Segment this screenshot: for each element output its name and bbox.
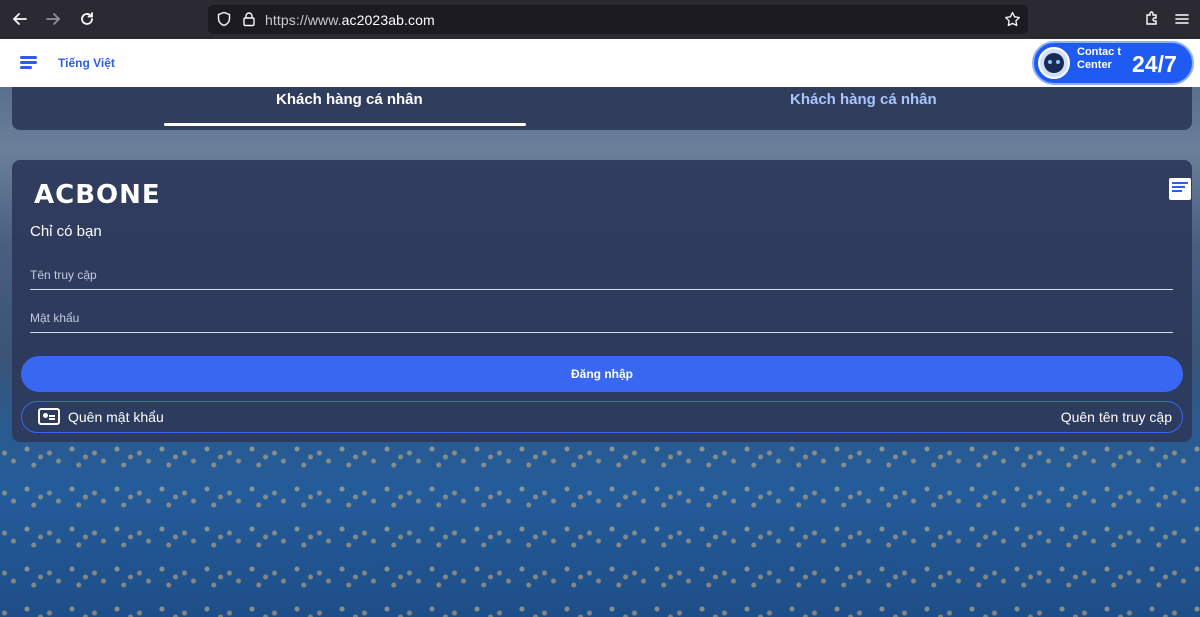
acb-one-logo: ACBONE (34, 180, 161, 210)
extensions-button[interactable] (1141, 8, 1163, 30)
language-selector[interactable]: Tiếng Việt (58, 56, 115, 70)
password-input[interactable] (30, 303, 1173, 332)
login-card: ACBONE Chỉ có bạn Đăng nhập Quên mật khẩ… (12, 160, 1192, 442)
tab-personal-customer[interactable]: Khách hàng cá nhân (276, 91, 423, 108)
robot-avatar-icon (1038, 47, 1070, 79)
username-field (30, 260, 1173, 290)
city-lights (0, 437, 1200, 617)
recovery-links: Quên mật khẩu Quên tên truy cập (21, 401, 1183, 433)
back-arrow-icon (12, 13, 27, 25)
url-text: https://www.ac2023ab.com (265, 12, 435, 28)
shield-icon[interactable] (216, 11, 232, 27)
card-menu-icon[interactable] (1169, 178, 1191, 200)
bookmark-star-icon[interactable] (1004, 11, 1021, 28)
id-card-icon (38, 408, 60, 425)
customer-type-tabs: Khách hàng cá nhân Khách hàng cá nhân (12, 87, 1192, 130)
tab-personal-customer-2[interactable]: Khách hàng cá nhân (790, 91, 937, 108)
contact-center-label: Contac t Center (1077, 46, 1121, 71)
site-header: Tiếng Việt Contac t Center 24/7 (0, 39, 1200, 87)
hamburger-icon (1175, 14, 1189, 24)
app-menu-button[interactable] (1171, 8, 1193, 30)
lock-icon[interactable] (241, 11, 257, 27)
username-input[interactable] (30, 260, 1173, 289)
reload-icon (81, 12, 93, 25)
login-button[interactable]: Đăng nhập (21, 356, 1183, 392)
active-tab-indicator (164, 123, 526, 126)
tagline: Chỉ có bạn (30, 223, 102, 240)
forward-arrow-icon (46, 13, 61, 25)
browser-toolbar: https://www.ac2023ab.com (0, 0, 1200, 39)
forgot-password-link[interactable]: Quên mật khẩu (38, 408, 164, 425)
password-field (30, 303, 1173, 333)
contact-hours: 24/7 (1132, 51, 1177, 77)
forgot-username-link[interactable]: Quên tên truy cập (1061, 409, 1172, 425)
site-menu-icon[interactable] (20, 56, 37, 70)
forward-button[interactable] (42, 8, 64, 30)
puzzle-icon (1146, 11, 1157, 25)
forgot-password-label: Quên mật khẩu (68, 408, 164, 425)
contact-center-button[interactable]: Contac t Center 24/7 (1032, 41, 1194, 85)
reload-button[interactable] (76, 8, 98, 30)
address-bar[interactable]: https://www.ac2023ab.com (208, 5, 1028, 34)
back-button[interactable] (9, 8, 31, 30)
